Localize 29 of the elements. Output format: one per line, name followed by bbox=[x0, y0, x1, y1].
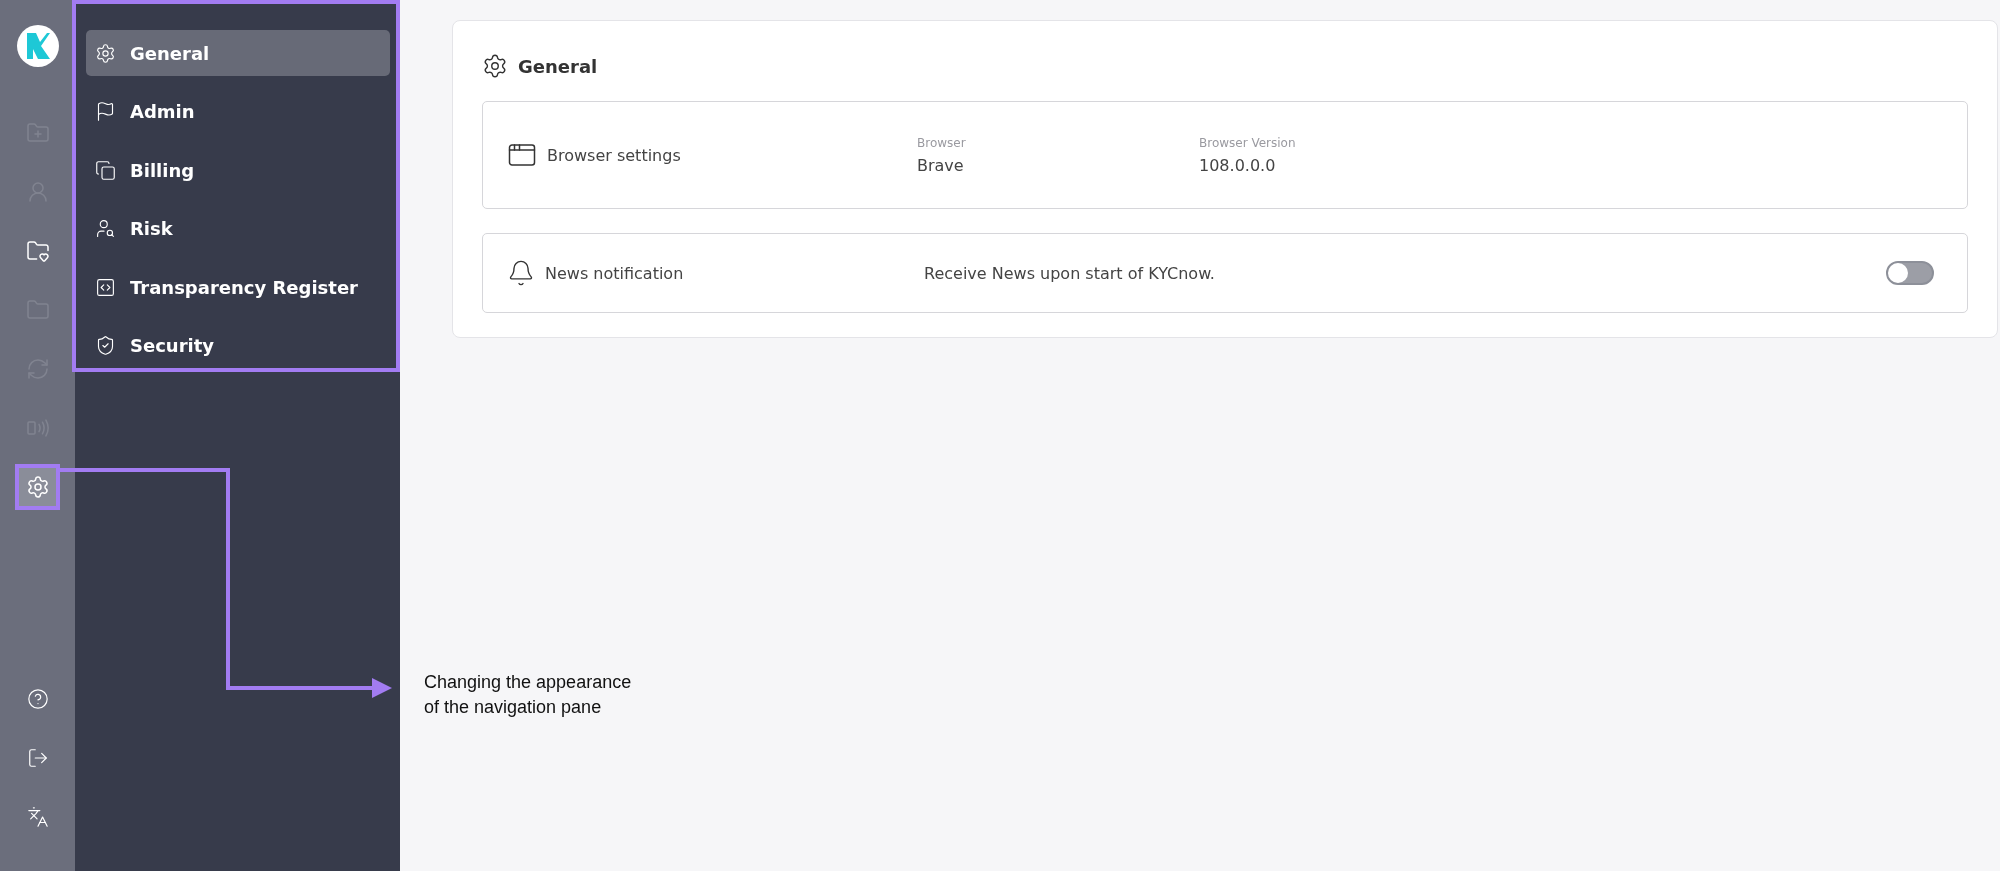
sidebar-item[interactable]: Billing bbox=[86, 147, 390, 193]
settings-icon bbox=[95, 42, 116, 64]
field-label: Browser Version bbox=[1199, 135, 1297, 150]
sidebar-item[interactable]: Admin bbox=[86, 88, 390, 135]
row-description: Receive News upon start of KYCnow. bbox=[924, 263, 1216, 283]
row-title: Browser settings bbox=[547, 145, 681, 165]
translate-icon bbox=[26, 806, 49, 828]
toggle-switch[interactable] bbox=[1886, 261, 1934, 285]
code-window-icon bbox=[95, 276, 116, 298]
settings-icon bbox=[482, 53, 508, 79]
field-label: Browser bbox=[917, 135, 967, 150]
help-icon bbox=[26, 688, 49, 710]
logo-icon bbox=[24, 32, 51, 60]
flag-icon bbox=[95, 101, 116, 122]
bell-icon bbox=[507, 259, 535, 287]
panel-title: General bbox=[518, 55, 598, 77]
sidebar-item[interactable]: Transparency Register bbox=[86, 264, 390, 310]
row-title: News notification bbox=[545, 263, 684, 283]
shield-check-icon bbox=[95, 335, 116, 356]
sidebar-item[interactable]: Security bbox=[86, 322, 390, 369]
field-value: Brave bbox=[917, 155, 965, 175]
annotation-text: Changing the appearance of the navigation pane bbox=[424, 671, 633, 719]
field-value: 108.0.0.0 bbox=[1199, 155, 1277, 175]
logout-icon bbox=[26, 747, 49, 769]
user-search-icon bbox=[95, 218, 116, 239]
sidebar-item[interactable]: General bbox=[86, 30, 390, 76]
highlight-frame bbox=[15, 464, 60, 510]
copy-icon bbox=[95, 159, 116, 181]
sidebar-item[interactable]: Risk bbox=[86, 205, 390, 252]
